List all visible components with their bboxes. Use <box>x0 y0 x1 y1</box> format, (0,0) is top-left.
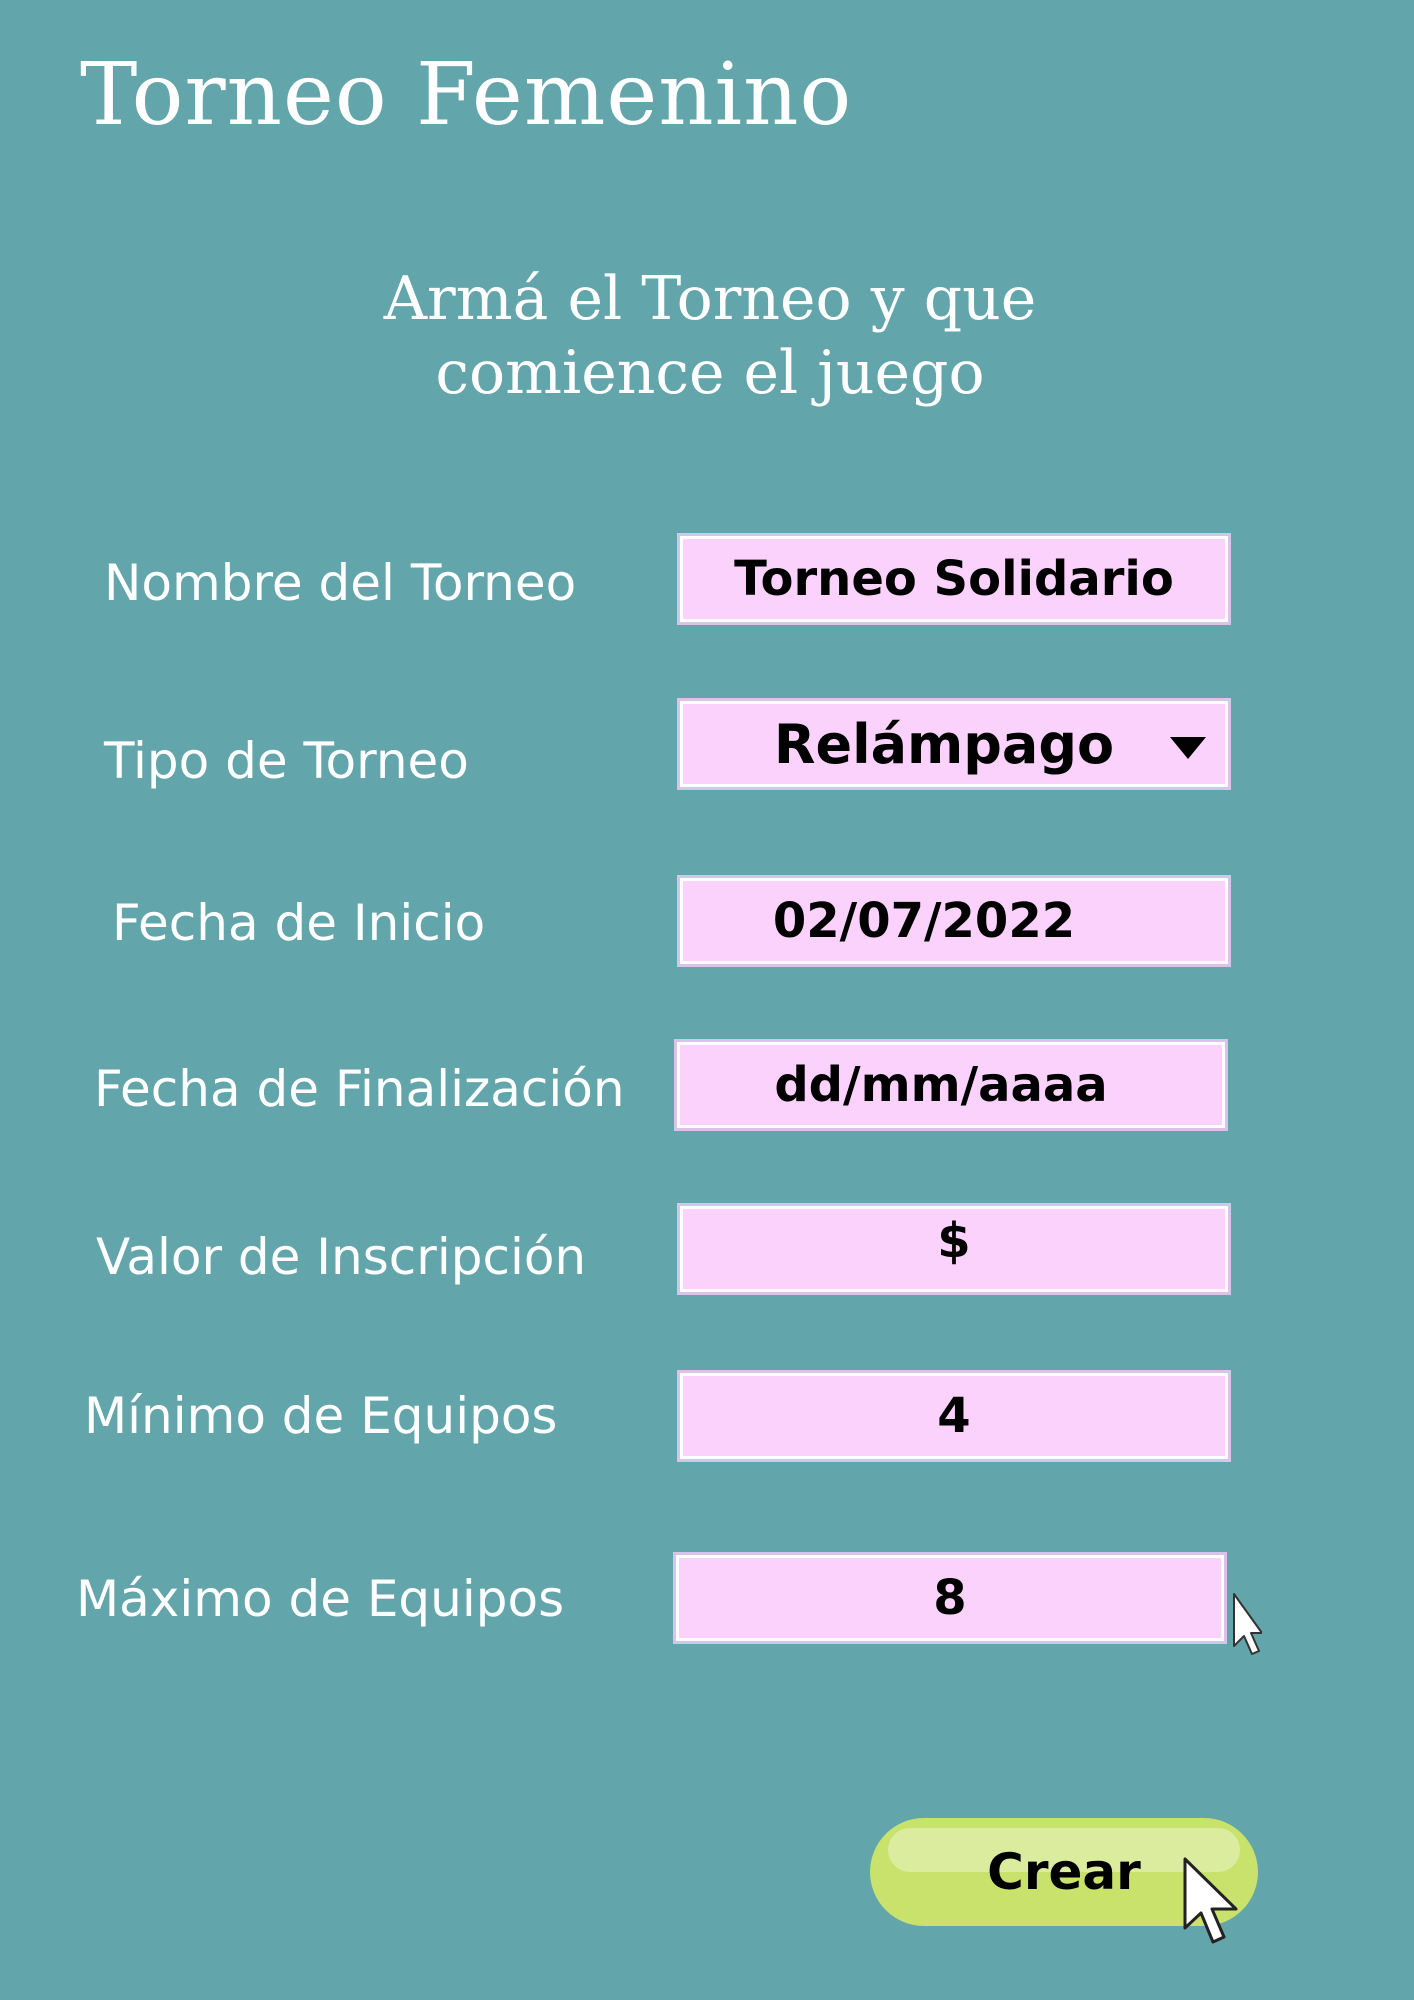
min-teams-value: 4 <box>937 1388 971 1444</box>
end-date-placeholder: dd/mm/aaaa <box>774 1057 1108 1113</box>
start-date-label: Fecha de Inicio <box>112 894 486 952</box>
tournament-name-value: Torneo Solidario <box>734 551 1174 607</box>
max-teams-input[interactable]: 8 <box>673 1552 1227 1644</box>
min-teams-label: Mínimo de Equipos <box>84 1387 558 1445</box>
max-teams-value: 8 <box>933 1570 967 1626</box>
min-teams-input[interactable]: 4 <box>677 1370 1231 1462</box>
end-date-label: Fecha de Finalización <box>94 1060 625 1118</box>
app-title: Torneo Femenino <box>80 45 853 145</box>
tournament-type-value: Relámpago <box>773 712 1115 776</box>
mouse-pointer-icon <box>1233 1593 1262 1655</box>
registration-fee-value: $ <box>937 1213 971 1269</box>
subtitle-line-1: Armá el Torneo y que <box>383 264 1037 334</box>
start-date-value: 02/07/2022 <box>772 893 1076 949</box>
tournament-type-label: Tipo de Torneo <box>104 732 469 790</box>
page-subtitle: Armá el Torneo y que comience el juego <box>300 262 1120 410</box>
tournament-name-input[interactable]: Torneo Solidario <box>677 533 1231 625</box>
registration-fee-input[interactable]: $ <box>677 1203 1231 1295</box>
dropdown-arrow-icon[interactable] <box>1170 737 1206 759</box>
tournament-type-select[interactable]: Relámpago <box>677 698 1231 790</box>
mouse-pointer-icon <box>1183 1857 1238 1944</box>
tournament-name-label: Nombre del Torneo <box>104 554 577 612</box>
max-teams-label: Máximo de Equipos <box>76 1570 565 1628</box>
end-date-input[interactable]: dd/mm/aaaa <box>674 1039 1228 1131</box>
registration-fee-label: Valor de Inscripción <box>96 1228 587 1286</box>
start-date-input[interactable]: 02/07/2022 <box>677 875 1231 967</box>
subtitle-line-2: comience el juego <box>435 338 985 408</box>
